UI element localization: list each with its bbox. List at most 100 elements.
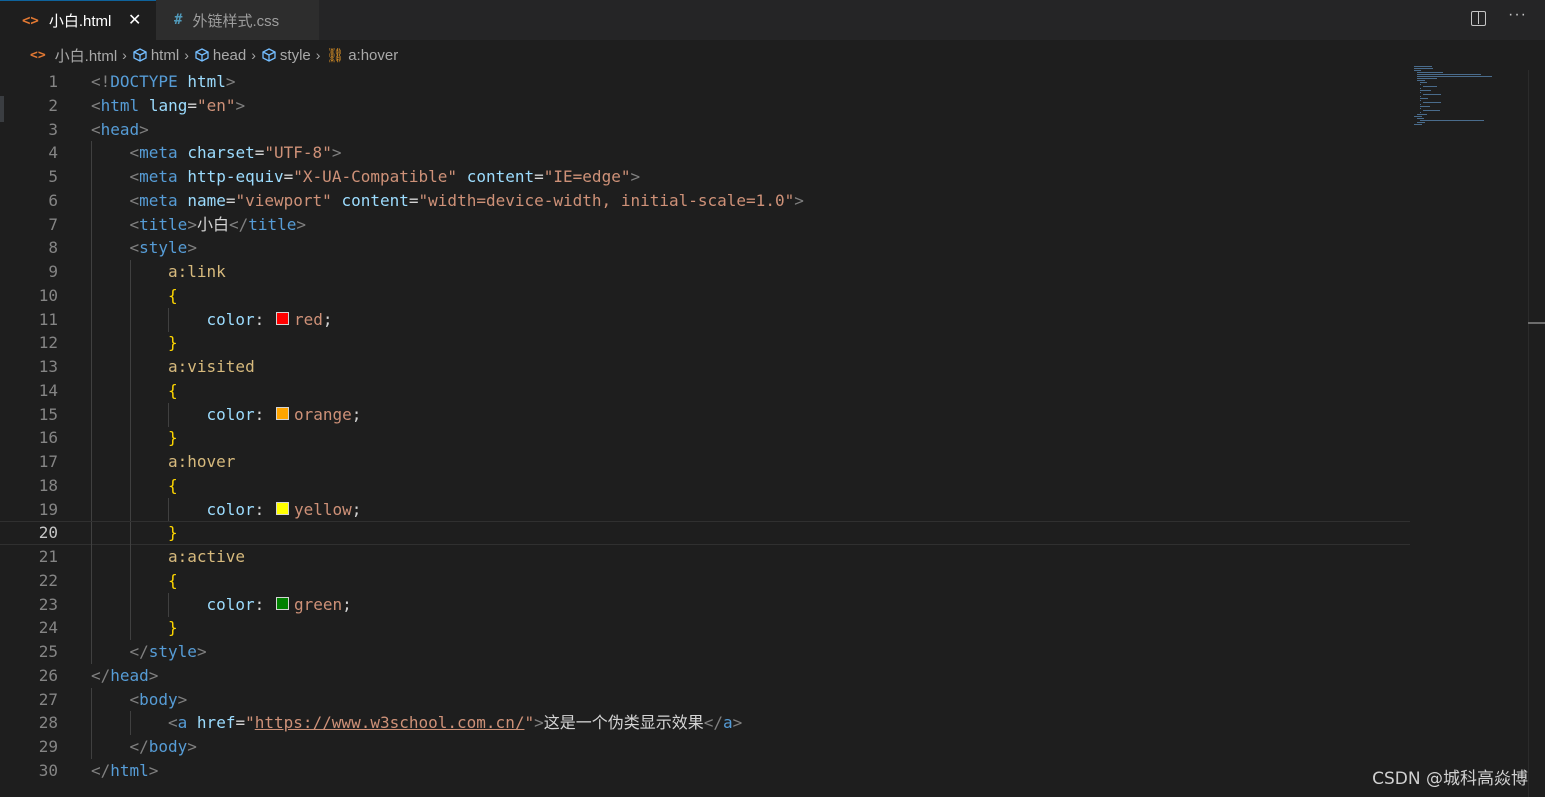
- minimap[interactable]: [1414, 66, 1494, 136]
- breadcrumb-head[interactable]: head: [195, 47, 246, 64]
- code-line[interactable]: 26 </head>: [0, 664, 1410, 688]
- line-number: 9: [48, 262, 58, 281]
- color-swatch[interactable]: [275, 407, 289, 420]
- code-text: a:hover: [168, 450, 235, 474]
- line-number: 25: [38, 642, 58, 661]
- code-token: <: [129, 190, 140, 210]
- code-token: :: [254, 594, 274, 614]
- indent-guide: [168, 592, 169, 617]
- code-token: ;: [322, 309, 333, 329]
- code-line[interactable]: 22 {: [0, 568, 1410, 593]
- code-line[interactable]: 20}: [0, 521, 1410, 547]
- code-token: }: [168, 523, 178, 543]
- code-line[interactable]: 23 color: green;: [0, 592, 1410, 617]
- code-token: body: [148, 737, 188, 756]
- code-line[interactable]: 25 </style>: [0, 640, 1410, 664]
- code-token: a:visited: [168, 357, 255, 376]
- tab-external-css[interactable]: # 外链样式.css: [156, 0, 320, 40]
- code-token: meta: [139, 190, 178, 210]
- code-line[interactable]: 24}: [0, 616, 1410, 641]
- code-text: a:link: [168, 260, 226, 284]
- code-line[interactable]: 19 color: yellow;: [0, 497, 1410, 522]
- indent-guide: [91, 283, 92, 308]
- code-line[interactable]: 4 <meta charset="UTF-8">: [0, 141, 1410, 166]
- code-token: >: [148, 665, 159, 685]
- minimap-line: [1417, 114, 1427, 115]
- code-line[interactable]: 9 a:link: [0, 260, 1410, 284]
- code-token: <: [129, 167, 140, 186]
- indent-guide: [91, 522, 92, 547]
- code-token: 这是一个伪类显示效果: [543, 713, 704, 733]
- code-text: <!DOCTYPE html>: [91, 70, 236, 94]
- color-swatch[interactable]: [275, 502, 289, 515]
- minimap-line: [1420, 106, 1430, 107]
- line-number: 20: [38, 523, 58, 543]
- code-line[interactable]: 2 <html lang="en">: [0, 94, 1410, 118]
- line-number: 14: [38, 380, 58, 400]
- code-text: <body>: [130, 688, 188, 712]
- code-token: 小白: [196, 214, 229, 234]
- breadcrumb: <> 小白.html › html › head › style › ⛓ a:h…: [0, 40, 1545, 70]
- code-token: >: [187, 238, 197, 258]
- code-line[interactable]: 13 a:visited: [0, 355, 1410, 379]
- code-token: {: [168, 570, 178, 590]
- minimap-line: [1414, 70, 1422, 71]
- code-line[interactable]: 3 <head>: [0, 118, 1410, 142]
- code-token: {: [168, 380, 178, 400]
- color-swatch[interactable]: [275, 597, 289, 610]
- code-token: <: [91, 119, 101, 139]
- code-line[interactable]: 1 <!DOCTYPE html>: [0, 70, 1410, 94]
- code-line[interactable]: 16}: [0, 426, 1410, 451]
- line-number: 2: [48, 95, 58, 115]
- tab-xiaobai-html[interactable]: <> 小白.html ✕: [0, 0, 156, 40]
- color-swatch[interactable]: [275, 312, 289, 325]
- code-token: orange: [293, 404, 352, 424]
- indent-guide: [91, 331, 92, 356]
- close-icon[interactable]: ✕: [128, 10, 141, 30]
- code-token: :: [254, 309, 274, 329]
- code-line[interactable]: 12}: [0, 331, 1410, 356]
- breadcrumb-style[interactable]: style: [262, 47, 311, 64]
- code-line[interactable]: 11 color: red;: [0, 307, 1410, 332]
- breadcrumb-html[interactable]: html: [133, 47, 179, 64]
- code-line[interactable]: 29 </body>: [0, 735, 1410, 759]
- code-line[interactable]: 28 <a href="https://www.w3school.com.cn/"…: [0, 711, 1410, 736]
- code-line[interactable]: 21 a:active: [0, 545, 1410, 569]
- code-token: "IE=edge": [543, 167, 631, 186]
- scrollbar-cursor-marker: [1528, 322, 1545, 324]
- code-line[interactable]: 15 color: orange;: [0, 402, 1410, 427]
- code-token: {: [168, 285, 178, 305]
- css-selector-icon: ⛓: [326, 46, 345, 63]
- breadcrumb-file[interactable]: <> 小白.html: [0, 45, 117, 66]
- code-line[interactable]: 8 <style>: [0, 236, 1410, 261]
- code-token: <: [129, 238, 140, 258]
- code-line[interactable]: 18 {: [0, 473, 1410, 498]
- code-line[interactable]: 30 </html>: [0, 759, 1410, 783]
- minimap-line: [1420, 104, 1422, 105]
- code-editor[interactable]: 1 <!DOCTYPE html> 2 <html lang="en"> 3 <head>…: [0, 70, 1545, 797]
- indent-guide: [91, 426, 92, 451]
- indent-guide: [168, 307, 169, 332]
- indent-guide: [91, 592, 92, 617]
- code-line[interactable]: 5 <meta http-equiv="X-UA-Compatible" cont…: [0, 165, 1410, 189]
- code-line[interactable]: 7 <title>小白</title>: [0, 212, 1410, 237]
- indent-guide: [91, 450, 92, 474]
- code-line[interactable]: 6 <meta name="viewport" content="width=de…: [0, 188, 1410, 213]
- line-number: 30: [38, 760, 58, 780]
- code-line[interactable]: 17 a:hover: [0, 450, 1410, 474]
- line-number: 16: [38, 428, 58, 448]
- code-token: a: [723, 713, 733, 733]
- code-line[interactable]: 14 {: [0, 378, 1410, 403]
- vertical-scrollbar[interactable]: [1528, 70, 1545, 797]
- code-token: yellow: [293, 499, 352, 519]
- code-token: <: [129, 143, 140, 163]
- code-line[interactable]: 27 <body>: [0, 687, 1410, 712]
- code-line[interactable]: 10 {: [0, 283, 1410, 308]
- code-text: <head>: [91, 118, 149, 142]
- split-editor-icon[interactable]: [1471, 11, 1487, 26]
- html-file-icon: <>: [30, 47, 46, 63]
- breadcrumb-selector[interactable]: ⛓ a:hover: [326, 47, 398, 64]
- code-token: color: [206, 404, 255, 424]
- more-actions-icon[interactable]: ···: [1508, 6, 1527, 26]
- code-text: }: [168, 426, 178, 450]
